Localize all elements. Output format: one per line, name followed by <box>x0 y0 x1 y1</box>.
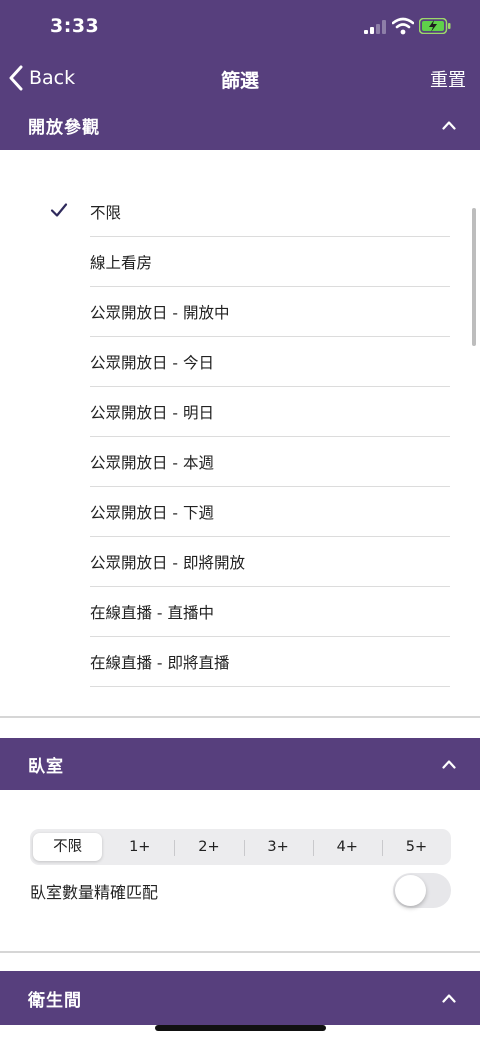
checkmark-icon <box>50 203 68 217</box>
section-title: 開放參觀 <box>28 117 100 138</box>
segment-option[interactable]: 不限 <box>33 833 103 861</box>
back-button[interactable]: Back <box>8 64 75 92</box>
back-label: Back <box>29 67 76 89</box>
options-list: 不限 線上看房 公眾開放日 - 開放中 公眾開放日 - 今日 公眾開放日 - 明日 公眾開… <box>50 187 450 687</box>
exact-match-label: 臥室數量精確匹配 <box>30 883 159 902</box>
list-item[interactable]: 在線直播 - 直播中 <box>90 587 450 637</box>
chevron-up-icon <box>442 121 456 130</box>
list-item-label: 公眾開放日 - 下週 <box>90 503 214 522</box>
exact-match-toggle[interactable] <box>393 873 451 908</box>
scrollbar[interactable] <box>472 208 476 346</box>
list-item[interactable]: 公眾開放日 - 明日 <box>90 387 450 437</box>
list-item-label: 在線直播 - 即將直播 <box>90 653 230 672</box>
list-item-label: 公眾開放日 - 今日 <box>90 353 214 372</box>
top-bar: 3:33 Back 篩選 重置 <box>0 0 480 103</box>
list-item-label: 線上看房 <box>90 253 153 272</box>
list-item[interactable]: 在線直播 - 即將直播 <box>90 637 450 687</box>
status-time: 3:33 <box>50 15 100 37</box>
segment-option[interactable]: 5+ <box>381 833 451 861</box>
chevron-up-icon <box>442 760 456 769</box>
segment-option[interactable]: 1+ <box>105 833 174 861</box>
reset-button[interactable]: 重置 <box>430 66 466 92</box>
list-item-label: 不限 <box>90 203 122 222</box>
segment-option[interactable]: 3+ <box>243 833 313 861</box>
list-item-label: 在線直播 - 直播中 <box>90 603 214 622</box>
list-item[interactable]: 公眾開放日 - 開放中 <box>90 287 450 337</box>
bedroom-filter-body: 不限 1+ 2+ 3+ 4+ 5+ 臥室數量精確匹配 <box>0 790 480 953</box>
segment-option[interactable]: 2+ <box>174 833 243 861</box>
open-house-section-header[interactable]: 開放參觀 <box>0 100 480 150</box>
list-item-label: 公眾開放日 - 開放中 <box>90 303 230 322</box>
section-title: 衛生間 <box>28 990 82 1011</box>
wifi-icon <box>392 17 414 35</box>
bedroom-section-header[interactable]: 臥室 <box>0 738 480 790</box>
battery-charging-icon <box>419 18 451 34</box>
list-item[interactable]: 公眾開放日 - 今日 <box>90 337 450 387</box>
list-item-label: 公眾開放日 - 明日 <box>90 403 214 422</box>
chevron-up-icon <box>442 994 456 1003</box>
toggle-knob <box>395 875 426 906</box>
list-item[interactable]: 公眾開放日 - 下週 <box>90 487 450 537</box>
home-indicator <box>155 1025 326 1031</box>
list-item[interactable]: 線上看房 <box>90 237 450 287</box>
segment-option[interactable]: 4+ <box>312 833 382 861</box>
list-item[interactable]: 不限 <box>50 187 450 237</box>
cellular-signal-icon <box>364 20 386 34</box>
list-item-label: 公眾開放日 - 本週 <box>90 453 214 472</box>
section-title: 臥室 <box>28 756 64 777</box>
list-item[interactable]: 公眾開放日 - 本週 <box>90 437 450 487</box>
bathroom-section-header[interactable]: 衛生間 <box>0 971 480 1025</box>
list-item[interactable]: 公眾開放日 - 即將開放 <box>90 537 450 587</box>
bedroom-count-segmented-control: 不限 1+ 2+ 3+ 4+ 5+ <box>30 829 451 865</box>
chevron-left-icon <box>9 65 23 91</box>
list-item-label: 公眾開放日 - 即將開放 <box>90 553 245 572</box>
open-house-options: 不限 線上看房 公眾開放日 - 開放中 公眾開放日 - 今日 公眾開放日 - 明日 公眾開… <box>0 150 480 718</box>
